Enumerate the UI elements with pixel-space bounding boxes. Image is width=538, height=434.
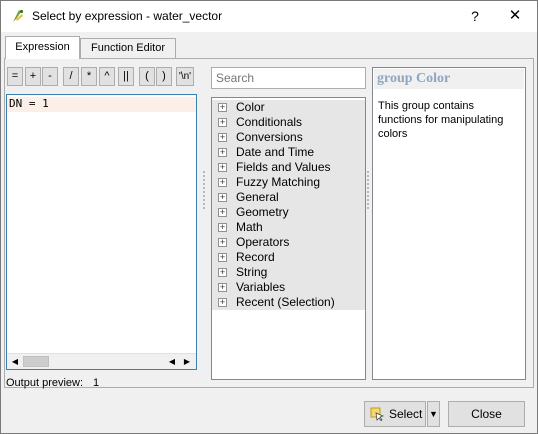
expand-plus-icon[interactable]: + [218, 148, 227, 157]
newline-operator-button[interactable]: '\n' [176, 67, 194, 86]
expand-plus-icon[interactable]: + [218, 118, 227, 127]
expand-plus-icon[interactable]: + [218, 133, 227, 142]
divide-operator-button[interactable]: / [63, 67, 79, 86]
function-group-tree[interactable]: + Color + Conditionals + Conversions + Date … [211, 97, 366, 380]
tree-item-fuzzy-matching[interactable]: + Fuzzy Matching [212, 175, 365, 190]
scroll-left-arrow-icon[interactable]: ◀ [8, 355, 22, 368]
minus-operator-button[interactable]: - [42, 67, 58, 86]
expand-plus-icon[interactable]: + [218, 103, 227, 112]
select-button[interactable]: Select [364, 401, 426, 427]
close-window-button[interactable]: ✕ [503, 5, 527, 27]
tree-item-operators[interactable]: + Operators [212, 235, 365, 250]
output-preview-label: Output preview: [6, 377, 84, 389]
expand-plus-icon[interactable]: + [218, 253, 227, 262]
splitter-handle[interactable] [367, 171, 370, 211]
tree-item-conditionals[interactable]: + Conditionals [212, 115, 365, 130]
help-description: This group contains functions for manipu… [378, 100, 504, 140]
open-paren-button[interactable]: ( [139, 67, 155, 86]
multiply-operator-button[interactable]: * [81, 67, 97, 86]
expand-plus-icon[interactable]: + [218, 223, 227, 232]
select-menu-dropdown[interactable]: ▼ [427, 401, 440, 427]
function-search-input[interactable] [211, 67, 366, 89]
close-button[interactable]: Close [448, 401, 525, 427]
expand-plus-icon[interactable]: + [218, 298, 227, 307]
expand-plus-icon[interactable]: + [218, 208, 227, 217]
scroll-right-arrow-icon[interactable]: ▶ [180, 355, 194, 368]
help-button[interactable]: ? [463, 5, 487, 27]
expression-text[interactable]: DN = 1 [9, 97, 49, 110]
expand-plus-icon[interactable]: + [218, 268, 227, 277]
function-help-panel: group Color This group contains function… [372, 67, 526, 380]
expand-plus-icon[interactable]: + [218, 238, 227, 247]
tree-item-variables[interactable]: + Variables [212, 280, 365, 295]
tree-item-math[interactable]: + Math [212, 220, 365, 235]
scrollbar-thumb[interactable] [23, 356, 49, 367]
title-bar: Select by expression - water_vector ? ✕ [1, 1, 537, 32]
window-title: Select by expression - water_vector [32, 9, 223, 23]
tree-item-fields-and-values[interactable]: + Fields and Values [212, 160, 365, 175]
expand-plus-icon[interactable]: + [218, 283, 227, 292]
output-preview-value: 1 [93, 377, 100, 389]
tree-item-recent-selection[interactable]: + Recent (Selection) [212, 295, 365, 310]
tree-item-conversions[interactable]: + Conversions [212, 130, 365, 145]
expand-plus-icon[interactable]: + [218, 178, 227, 187]
tab-function-editor[interactable]: Function Editor [80, 38, 176, 58]
help-title: group Color [374, 69, 524, 89]
editor-horizontal-scrollbar[interactable]: ◀ ◀ ▶ [7, 353, 196, 369]
tree-item-general[interactable]: + General [212, 190, 365, 205]
tree-item-string[interactable]: + String [212, 265, 365, 280]
splitter-handle[interactable] [203, 171, 206, 211]
scroll-left-arrow-icon[interactable]: ◀ [165, 355, 179, 368]
plus-operator-button[interactable]: + [25, 67, 41, 86]
expression-editor[interactable]: DN = 1 ◀ ◀ ▶ [6, 94, 197, 370]
select-button-label: Select [389, 407, 423, 421]
expand-plus-icon[interactable]: + [218, 193, 227, 202]
tree-item-date-and-time[interactable]: + Date and Time [212, 145, 365, 160]
tree-item-record[interactable]: + Record [212, 250, 365, 265]
expand-plus-icon[interactable]: + [218, 163, 227, 172]
concat-operator-button[interactable]: || [118, 67, 134, 86]
select-by-expression-dialog: Select by expression - water_vector ? ✕ … [0, 0, 538, 434]
close-paren-button[interactable]: ) [156, 67, 172, 86]
equals-operator-button[interactable]: = [7, 67, 23, 86]
tab-expression[interactable]: Expression [5, 36, 80, 59]
qgis-app-icon [13, 9, 24, 22]
tree-item-color[interactable]: + Color [212, 100, 365, 115]
power-operator-button[interactable]: ^ [99, 67, 115, 86]
tree-item-geometry[interactable]: + Geometry [212, 205, 365, 220]
select-features-icon [370, 407, 384, 421]
